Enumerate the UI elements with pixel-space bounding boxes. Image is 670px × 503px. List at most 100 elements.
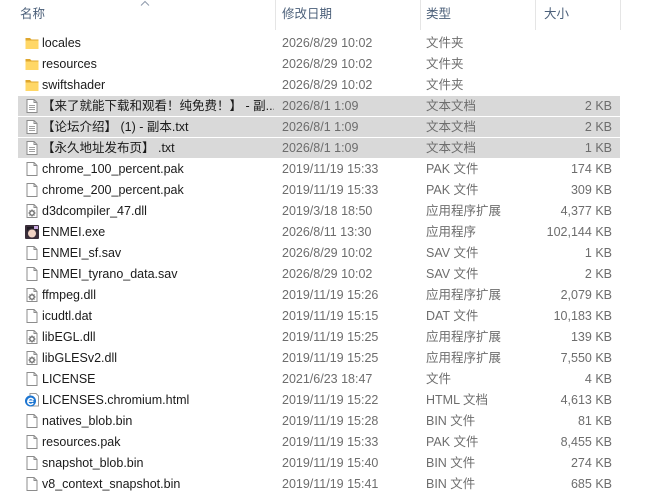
- column-divider[interactable]: [420, 0, 421, 30]
- file-name: libGLESv2.dll: [42, 351, 118, 365]
- file-type: 应用程序扩展: [426, 351, 502, 365]
- file-row[interactable]: chrome_200_percent.pak 2019/11/19 15:33 PA…: [0, 180, 670, 201]
- file-row[interactable]: ENMEI.exe 2026/8/11 13:30 应用程序 102,144 KB: [0, 222, 670, 243]
- dll-file-icon: [24, 287, 40, 303]
- file-row[interactable]: ENMEI_tyrano_data.sav 2026/8/29 10:02 SAV …: [0, 264, 670, 285]
- file-size: 8,455 KB: [560, 435, 612, 449]
- file-size: 685 KB: [570, 477, 612, 491]
- file-icon: [24, 161, 40, 177]
- file-date: 2026/8/29 10:02: [282, 267, 373, 281]
- file-icon: [24, 182, 40, 198]
- file-type: PAK 文件: [426, 183, 479, 197]
- file-date: 2019/11/19 15:15: [282, 309, 379, 323]
- file-icon: [24, 455, 40, 471]
- file-name: v8_context_snapshot.bin: [42, 477, 181, 491]
- file-date: 2019/11/19 15:33: [282, 435, 379, 449]
- file-size: 7,550 KB: [560, 351, 612, 365]
- file-name: LICENSE: [42, 372, 96, 386]
- file-row[interactable]: v8_context_snapshot.bin 2019/11/19 15:41 B…: [0, 474, 670, 495]
- file-row[interactable]: snapshot_blob.bin 2019/11/19 15:40 BIN 文件 2…: [0, 453, 670, 474]
- file-type: BIN 文件: [426, 414, 476, 428]
- file-name: ENMEI_tyrano_data.sav: [42, 267, 178, 281]
- file-type: 应用程序扩展: [426, 288, 502, 302]
- folder-icon: [24, 77, 40, 93]
- file-date: 2026/8/1 1:09: [282, 99, 359, 113]
- file-row[interactable]: libGLESv2.dll 2019/11/19 15:25 应用程序扩展 7,550…: [0, 348, 670, 369]
- file-type: 文件夹: [426, 78, 464, 92]
- file-name: ENMEI.exe: [42, 225, 106, 239]
- file-type: 文件夹: [426, 57, 464, 71]
- file-icon: [24, 371, 40, 387]
- text-document-icon: [24, 140, 40, 156]
- file-date: 2019/11/19 15:28: [282, 414, 379, 428]
- file-row[interactable]: ENMEI_sf.sav 2026/8/29 10:02 SAV 文件 1 KB: [0, 243, 670, 264]
- file-row[interactable]: 【永久地址发布页】 .txt 2026/8/1 1:09 文本文档 1 KB: [0, 138, 670, 159]
- file-size: 10,183 KB: [553, 309, 612, 323]
- file-type: BIN 文件: [426, 477, 476, 491]
- file-type: 文本文档: [426, 120, 477, 134]
- file-name: ffmpeg.dll: [42, 288, 96, 302]
- file-size: 4,377 KB: [560, 204, 612, 218]
- file-name: chrome_200_percent.pak: [42, 183, 184, 197]
- file-row[interactable]: 【论坛介绍】 (1) - 副本.txt 2026/8/1 1:09 文本文档 2 KB: [0, 117, 670, 138]
- file-date: 2019/11/19 15:25: [282, 330, 379, 344]
- file-list[interactable]: locales 2026/8/29 10:02 文件夹 resources 2026/8…: [0, 33, 670, 495]
- file-row[interactable]: libEGL.dll 2019/11/19 15:25 应用程序扩展 139 KB: [0, 327, 670, 348]
- file-row[interactable]: swiftshader 2026/8/29 10:02 文件夹: [0, 75, 670, 96]
- file-size: 2 KB: [584, 267, 612, 281]
- file-name: icudtl.dat: [42, 309, 93, 323]
- file-name: 【论坛介绍】 (1) - 副本.txt: [42, 120, 189, 134]
- column-header-name[interactable]: 名称: [20, 4, 45, 24]
- file-name: swiftshader: [42, 78, 106, 92]
- file-date: 2026/8/11 13:30: [282, 225, 372, 239]
- file-row[interactable]: chrome_100_percent.pak 2019/11/19 15:33 PA…: [0, 159, 670, 180]
- column-header-type[interactable]: 类型: [426, 4, 451, 24]
- file-row[interactable]: resources 2026/8/29 10:02 文件夹: [0, 54, 670, 75]
- file-date: 2019/11/19 15:40: [282, 456, 379, 470]
- file-name: libEGL.dll: [42, 330, 96, 344]
- file-size: 139 KB: [570, 330, 612, 344]
- file-name: resources: [42, 57, 97, 71]
- file-name: resources.pak: [42, 435, 121, 449]
- file-date: 2019/11/19 15:41: [282, 477, 379, 491]
- file-date: 2026/8/29 10:02: [282, 246, 373, 260]
- file-row[interactable]: resources.pak 2019/11/19 15:33 PAK 文件 8,455…: [0, 432, 670, 453]
- file-name: locales: [42, 36, 81, 50]
- file-name: d3dcompiler_47.dll: [42, 204, 147, 218]
- file-size: 1 KB: [584, 141, 612, 155]
- file-size: 274 KB: [570, 456, 612, 470]
- file-type: 应用程序扩展: [426, 204, 502, 218]
- file-icon: [24, 308, 40, 324]
- file-row[interactable]: 【来了就能下载和观看！纯免费！】 - 副... 2026/8/1 1:09 文本文档…: [0, 96, 670, 117]
- file-date: 2019/11/19 15:33: [282, 162, 379, 176]
- file-date: 2019/11/19 15:25: [282, 351, 379, 365]
- file-row[interactable]: LICENSES.chromium.html 2019/11/19 15:22 HT…: [0, 390, 670, 411]
- file-row[interactable]: icudtl.dat 2019/11/19 15:15 DAT 文件 10,183 K…: [0, 306, 670, 327]
- file-name: chrome_100_percent.pak: [42, 162, 184, 176]
- file-name: 【来了就能下载和观看！纯免费！】 - 副...: [42, 99, 274, 113]
- column-divider[interactable]: [275, 0, 276, 30]
- file-name: snapshot_blob.bin: [42, 456, 144, 470]
- file-name: 【永久地址发布页】 .txt: [42, 141, 175, 155]
- file-type: DAT 文件: [426, 309, 479, 323]
- file-row[interactable]: locales 2026/8/29 10:02 文件夹: [0, 33, 670, 54]
- column-header: 名称 修改日期 类型 大小: [0, 0, 670, 30]
- file-row[interactable]: LICENSE 2021/6/23 18:47 文件 4 KB: [0, 369, 670, 390]
- file-date: 2019/11/19 15:26: [282, 288, 379, 302]
- file-icon: [24, 434, 40, 450]
- file-row[interactable]: d3dcompiler_47.dll 2019/3/18 18:50 应用程序扩展 4…: [0, 201, 670, 222]
- column-header-date[interactable]: 修改日期: [282, 4, 332, 24]
- file-name: LICENSES.chromium.html: [42, 393, 190, 407]
- file-type: 文本文档: [426, 99, 477, 113]
- file-name: ENMEI_sf.sav: [42, 246, 122, 260]
- file-row[interactable]: natives_blob.bin 2019/11/19 15:28 BIN 文件 81…: [0, 411, 670, 432]
- text-document-icon: [24, 119, 40, 135]
- file-type: 应用程序: [426, 225, 477, 239]
- column-divider[interactable]: [535, 0, 536, 30]
- file-row[interactable]: ffmpeg.dll 2019/11/19 15:26 应用程序扩展 2,079 KB: [0, 285, 670, 306]
- column-header-size[interactable]: 大小: [544, 4, 569, 24]
- file-icon: [24, 266, 40, 282]
- folder-icon: [24, 35, 40, 51]
- column-divider[interactable]: [620, 0, 621, 30]
- file-type: PAK 文件: [426, 435, 479, 449]
